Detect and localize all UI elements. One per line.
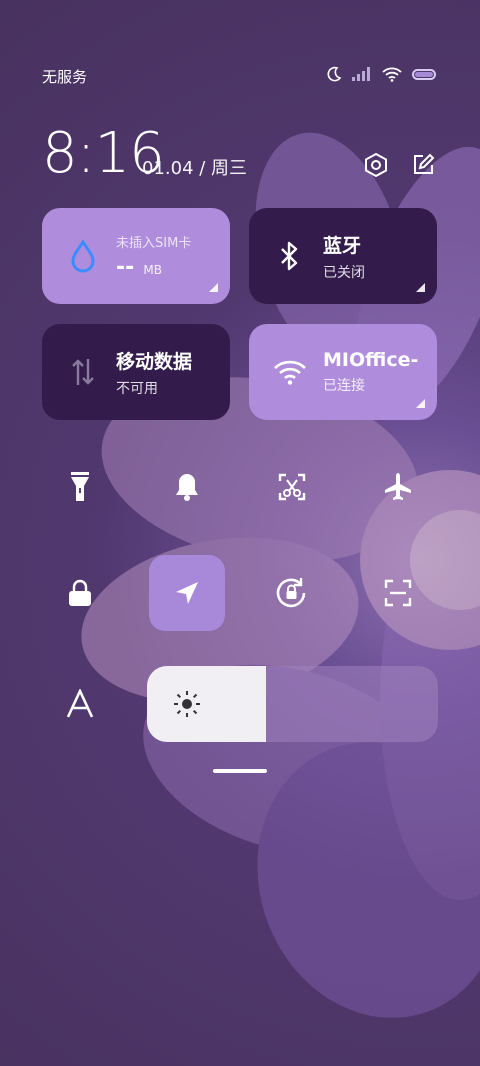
lock-icon <box>69 579 91 606</box>
wifi-status: 已连接 <box>323 378 365 394</box>
wifi-tile[interactable]: MIOffice- 已连接 <box>249 324 437 420</box>
lock-screen-toggle[interactable] <box>42 555 118 631</box>
settings-button[interactable] <box>358 147 394 183</box>
wifi-icon <box>273 355 307 389</box>
status-icons <box>326 66 436 82</box>
settings-hex-icon <box>365 152 387 178</box>
bell-icon <box>176 474 198 501</box>
airplane-icon <box>385 473 411 500</box>
brightness-slider[interactable] <box>147 666 438 742</box>
flashlight-toggle[interactable] <box>42 449 118 525</box>
rotation-lock-icon <box>276 578 306 608</box>
mobile-data-title: 移动数据 <box>116 350 193 373</box>
data-usage-unit: MB <box>143 263 162 277</box>
scan-icon <box>384 579 412 607</box>
sun-icon <box>174 691 200 717</box>
data-usage-value: -- <box>116 255 135 280</box>
mobile-data-tile[interactable]: 移动数据 不可用 <box>42 324 230 420</box>
sim-status-label: 未插入SIM卡 <box>116 236 192 251</box>
clock-date: 01.04 / 周三 <box>142 158 248 179</box>
mobile-data-status: 不可用 <box>116 380 158 397</box>
screenshot-toggle[interactable] <box>254 449 330 525</box>
bluetooth-title: 蓝牙 <box>323 234 362 257</box>
font-a-icon <box>66 689 94 718</box>
auto-brightness-toggle[interactable] <box>42 666 118 742</box>
bluetooth-icon <box>273 239 307 273</box>
ring-mode-toggle[interactable] <box>149 449 225 525</box>
brightness-fill <box>147 666 267 742</box>
expand-corner-icon <box>209 283 218 292</box>
bluetooth-tile[interactable]: 蓝牙 已关闭 <box>249 208 437 304</box>
moon-icon <box>327 66 342 82</box>
location-icon <box>176 582 198 604</box>
wifi-icon <box>382 67 402 82</box>
expand-corner-icon <box>416 399 425 408</box>
location-toggle[interactable] <box>149 555 225 631</box>
airplane-mode-toggle[interactable] <box>360 449 436 525</box>
flashlight-icon <box>71 472 89 501</box>
screenshot-icon <box>278 473 306 501</box>
edit-button[interactable] <box>405 147 441 183</box>
edit-icon <box>414 153 435 174</box>
data-arrows-icon <box>66 355 100 389</box>
rotation-lock-toggle[interactable] <box>254 555 330 631</box>
water-drop-icon <box>66 239 100 273</box>
battery-icon <box>412 68 436 80</box>
signal-icon <box>352 67 370 81</box>
carrier-status: 无服务 <box>42 68 88 86</box>
bluetooth-status: 已关闭 <box>323 264 365 281</box>
wifi-title: MIOffice- <box>323 349 419 371</box>
expand-corner-icon <box>416 283 425 292</box>
drawer-handle[interactable] <box>213 769 267 773</box>
data-usage-tile[interactable]: 未插入SIM卡 -- MB <box>42 208 230 304</box>
scanner-toggle[interactable] <box>360 555 436 631</box>
